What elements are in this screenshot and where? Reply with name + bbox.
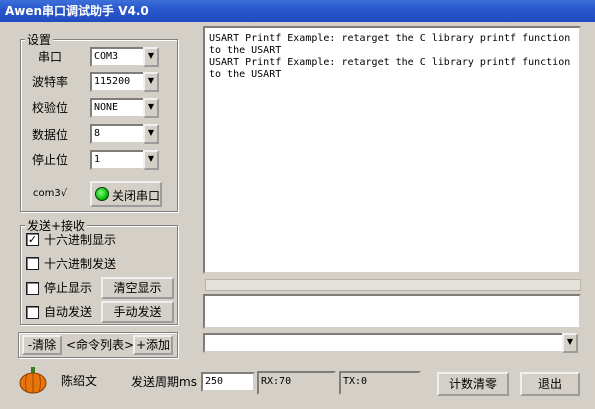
chevron-down-icon: ▼ — [147, 76, 155, 85]
stopbits-label: 停止位 — [32, 153, 69, 167]
hex-display-checkbox[interactable]: ✓ — [26, 233, 39, 246]
chevron-down-icon: ▼ — [147, 128, 155, 137]
count-clear-button[interactable]: 计数清零 — [437, 372, 509, 396]
exit-button[interactable]: 退出 — [520, 372, 580, 396]
baud-dropdown-button[interactable]: ▼ — [143, 72, 159, 92]
command-select[interactable] — [203, 333, 562, 353]
hex-send-label[interactable]: 十六进制发送 — [44, 257, 116, 271]
period-label-text: 发送周期ms — [131, 375, 197, 389]
receive-line: USART Printf Example: retarget the C lib… — [209, 57, 571, 68]
baud-select[interactable]: 115200 — [90, 72, 143, 92]
manual-send-button[interactable]: 手动发送 — [101, 301, 174, 323]
pumpkin-icon — [18, 366, 48, 394]
check-icon: ✓ — [27, 233, 38, 246]
receive-line: to the USART — [209, 45, 282, 56]
databits-label: 数据位 — [32, 128, 69, 142]
clear-display-button[interactable]: 清空显示 — [101, 277, 174, 299]
chevron-down-icon: ▼ — [147, 51, 155, 60]
receive-line: USART Printf Example: retarget the C lib… — [209, 33, 571, 44]
chevron-down-icon: ▼ — [566, 337, 574, 346]
send-textarea[interactable] — [203, 294, 581, 329]
rx-counter: RX:70 — [257, 371, 336, 395]
port-select[interactable]: COM3 — [90, 47, 143, 67]
port-status-text: com3√ — [33, 188, 68, 199]
hex-display-label[interactable]: 十六进制显示 — [44, 233, 116, 247]
parity-label: 校验位 — [32, 101, 69, 115]
receive-textarea[interactable]: USART Printf Example: retarget the C lib… — [203, 26, 581, 274]
stop-display-checkbox[interactable] — [26, 282, 39, 295]
auto-send-label[interactable]: 自动发送 — [44, 305, 92, 319]
receive-text: USART Printf Example: retarget the C lib… — [205, 28, 579, 86]
stopbits-dropdown-button[interactable]: ▼ — [143, 150, 159, 170]
tx-counter: TX:0 — [339, 371, 421, 395]
stopbits-select[interactable]: 1 — [90, 150, 143, 170]
settings-group-title: 设置 — [25, 31, 54, 48]
baud-label: 波特率 — [32, 75, 69, 89]
sendrecv-group-title: 发送+接收 — [25, 217, 88, 234]
period-label: 发送周期ms — [131, 375, 197, 389]
hex-send-checkbox[interactable] — [26, 257, 39, 270]
databits-select[interactable]: 8 — [90, 124, 143, 144]
parity-dropdown-button[interactable]: ▼ — [143, 98, 159, 118]
author-label: 陈绍文 — [61, 374, 98, 388]
title-bar: Awen串口调试助手 V4.0 — [0, 0, 595, 22]
close-port-label: 关闭串口 — [112, 189, 161, 203]
command-list-link[interactable]: <命令列表> — [66, 338, 134, 352]
command-dropdown-button[interactable]: ▼ — [562, 333, 578, 353]
port-dropdown-button[interactable]: ▼ — [143, 47, 159, 67]
add-command-button[interactable]: +添加 — [133, 335, 173, 355]
databits-dropdown-button[interactable]: ▼ — [143, 124, 159, 144]
receive-line: to the USART — [209, 69, 282, 80]
close-port-button[interactable]: 关闭串口 — [90, 181, 162, 207]
port-label: 串口 — [38, 50, 63, 64]
remove-command-button[interactable]: -清除 — [22, 335, 62, 355]
chevron-down-icon: ▼ — [147, 154, 155, 163]
stop-display-label[interactable]: 停止显示 — [44, 281, 92, 295]
green-led-icon — [95, 187, 109, 201]
parity-select[interactable]: NONE — [90, 98, 143, 118]
period-input[interactable]: 250 — [201, 372, 255, 392]
window-title: Awen串口调试助手 V4.0 — [5, 4, 149, 18]
auto-send-checkbox[interactable] — [26, 306, 39, 319]
splitter-bar — [205, 279, 581, 291]
chevron-down-icon: ▼ — [147, 102, 155, 111]
